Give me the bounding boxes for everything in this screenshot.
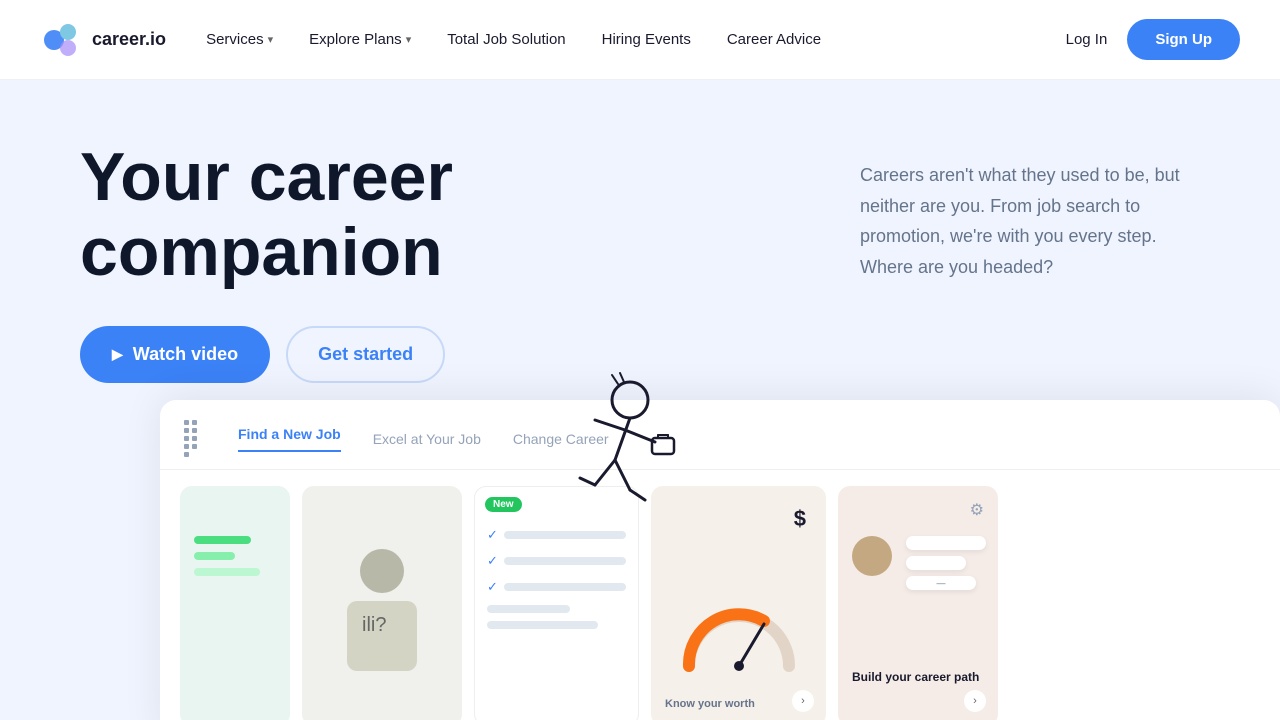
check-icon: ✓	[487, 527, 498, 543]
dashboard-cards: ili? New ✓ ✓ ✓	[160, 470, 1280, 720]
tab-find-new-job[interactable]: Find a New Job	[238, 426, 341, 452]
career-arrow[interactable]: ›	[964, 690, 986, 712]
card-new: New ✓ ✓ ✓	[474, 486, 639, 720]
avatar	[852, 536, 892, 576]
dashboard-preview: Find a New Job Excel at Your Job Change …	[160, 400, 1280, 720]
nav-hiring-events[interactable]: Hiring Events	[602, 31, 691, 48]
get-started-button[interactable]: Get started	[286, 326, 445, 383]
know-worth-arrow[interactable]: ›	[792, 690, 814, 712]
svg-text:ili?: ili?	[362, 614, 386, 636]
gear-icon: ⚙	[970, 500, 984, 520]
nav-explore-plans-label: Explore Plans	[309, 31, 402, 48]
nav-explore-plans[interactable]: Explore Plans ▾	[309, 31, 411, 48]
logo-text: career.io	[92, 29, 166, 50]
nav-total-job[interactable]: Total Job Solution	[447, 31, 565, 48]
card-salary: $ Know your worth ›	[651, 486, 826, 720]
nav-career-advice-label: Career Advice	[727, 31, 821, 48]
dashboard-tabs: Find a New Job Excel at Your Job Change …	[160, 400, 1280, 470]
hero-description: Careers aren't what they used to be, but…	[860, 160, 1200, 282]
check-icon: ✓	[487, 553, 498, 569]
small-left-card	[40, 500, 140, 680]
nav-services[interactable]: Services ▾	[206, 31, 273, 48]
card-green	[180, 486, 290, 720]
card-career: ⚙ — Build your career path ›	[838, 486, 998, 720]
login-button[interactable]: Log In	[1066, 31, 1108, 48]
nav-total-job-label: Total Job Solution	[447, 31, 565, 48]
grid-icon	[184, 420, 202, 457]
logo[interactable]: career.io	[40, 18, 166, 62]
new-badge: New	[485, 497, 522, 512]
know-worth-text: Know your worth	[665, 698, 755, 710]
signup-button[interactable]: Sign Up	[1127, 19, 1240, 60]
nav-career-advice[interactable]: Career Advice	[727, 31, 821, 48]
navbar: career.io Services ▾ Explore Plans ▾ Tot…	[0, 0, 1280, 80]
watch-video-label: Watch video	[133, 344, 238, 365]
tab-excel-at-job[interactable]: Excel at Your Job	[373, 431, 481, 447]
salary-icon: $	[794, 506, 806, 532]
running-figure	[540, 370, 700, 520]
nav-hiring-events-label: Hiring Events	[602, 31, 691, 48]
card-portrait: ili?	[302, 486, 462, 720]
nav-right: Log In Sign Up	[1066, 19, 1240, 60]
chevron-down-icon: ▾	[268, 33, 274, 46]
nav-services-label: Services	[206, 31, 264, 48]
chevron-down-icon: ▾	[406, 33, 412, 46]
career-path-title: Build your career path	[852, 669, 984, 686]
check-icon: ✓	[487, 579, 498, 595]
hero-section: Your career companion ▶ Watch video Get …	[0, 80, 1280, 720]
watch-video-button[interactable]: ▶ Watch video	[80, 326, 270, 383]
hero-heading: Your career companion	[80, 140, 780, 290]
nav-links: Services ▾ Explore Plans ▾ Total Job Sol…	[206, 31, 1066, 48]
play-icon: ▶	[112, 346, 123, 363]
